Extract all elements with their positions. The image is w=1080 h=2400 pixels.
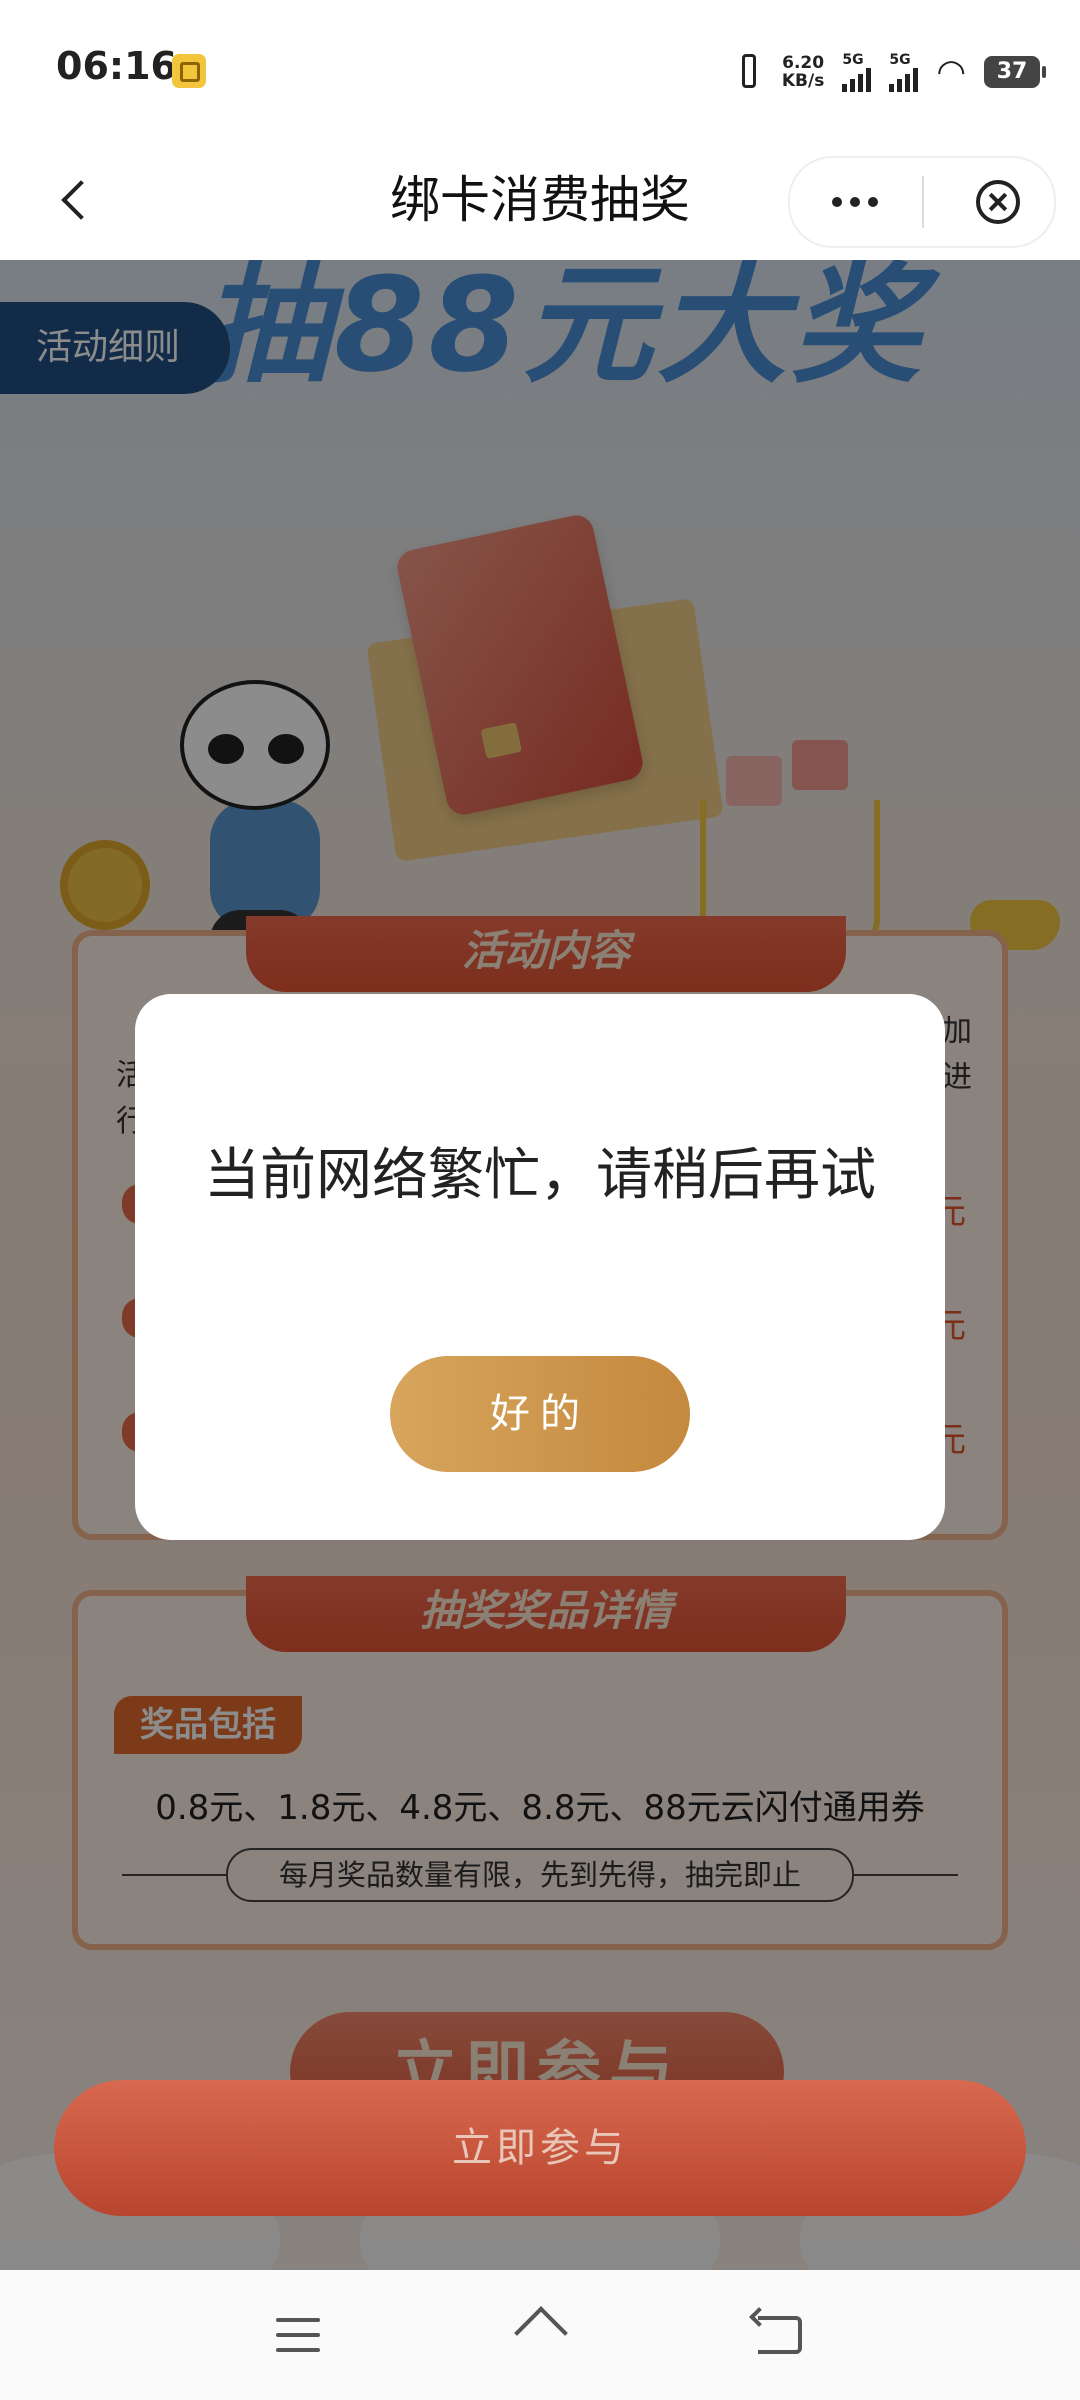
signal-sim2: 5G [889,52,919,92]
network-speed-value: 6.20 [782,53,825,73]
signal-bars-icon [889,68,919,92]
menu-icon[interactable] [276,2318,320,2352]
signal-bars-icon [842,68,872,92]
nav-bar: 绑卡消费抽奖 [0,140,1080,260]
app-notification-icon [172,54,206,88]
system-nav-bar [0,2270,1080,2400]
signal-sim2-label: 5G [889,52,911,68]
dialog-message: 当前网络繁忙，请稍后再试 [204,1143,876,1208]
vibrate-icon [734,52,764,92]
back-icon[interactable] [758,2316,802,2354]
battery-icon: 37 [984,56,1046,88]
signal-sim1: 5G [842,52,872,92]
network-speed: 6.20 KB/s [782,54,824,90]
signal-sim1-label: 5G [842,52,864,68]
close-circle-icon[interactable] [976,180,1020,224]
more-icon[interactable] [790,158,920,246]
status-time: 06:16 [56,44,177,88]
status-bar: 06:16 6.20 KB/s 5G 5G ◠ 37 [0,0,1080,140]
home-icon[interactable] [512,2312,568,2356]
capsule-divider [922,176,924,228]
join-now-button[interactable]: 立即参与 [54,2080,1026,2216]
dialog-ok-button[interactable]: 好的 [390,1356,690,1472]
status-indicators: 6.20 KB/s 5G 5G ◠ 37 [734,48,1046,96]
mini-program-capsule [788,156,1056,248]
network-speed-unit: KB/s [781,71,825,91]
error-dialog: 当前网络繁忙，请稍后再试 好的 [135,994,945,1540]
wifi-icon: ◠ [936,52,966,92]
